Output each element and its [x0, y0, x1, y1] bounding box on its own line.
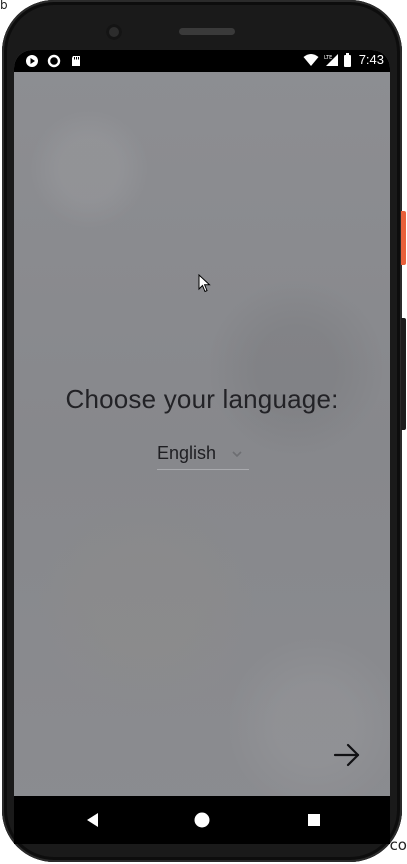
clock: 7:43 — [358, 52, 384, 67]
volume-button[interactable] — [401, 318, 406, 430]
battery-icon — [343, 52, 351, 67]
back-triangle-icon[interactable] — [83, 810, 103, 830]
recents-square-icon[interactable] — [304, 810, 324, 830]
lte-signal-icon: LTE — [324, 53, 338, 66]
sd-card-icon — [72, 56, 80, 66]
home-circle-icon[interactable] — [192, 810, 212, 830]
status-bar: LTE 7:43 — [14, 50, 390, 72]
mouse-cursor-icon — [198, 274, 211, 293]
chevron-down-icon — [232, 451, 242, 458]
arrow-right-icon — [333, 743, 360, 767]
play-store-icon — [26, 55, 38, 67]
status-system: LTE 7:43 — [303, 52, 384, 67]
language-dropdown[interactable]: English — [157, 441, 249, 470]
earpiece-speaker — [179, 28, 235, 35]
language-selected-value: English — [157, 443, 217, 463]
status-notifications — [25, 54, 83, 68]
wifi-icon — [303, 53, 319, 66]
device-screen: LTE 7:43 Choose your language: English — [14, 50, 390, 844]
language-prompt-title: Choose your language: — [65, 384, 339, 414]
emulator-stage: b LTE 7:43 Choose your language: English… — [0, 0, 407, 864]
front-camera — [106, 24, 122, 40]
window-edge-text: b — [0, 0, 8, 12]
navigation-bar — [14, 796, 390, 844]
power-button[interactable] — [401, 211, 406, 265]
next-arrow-button[interactable] — [330, 738, 364, 772]
window-edge-text-bottom: co — [389, 836, 407, 854]
svg-text:LTE: LTE — [324, 55, 332, 61]
circle-icon — [47, 54, 61, 68]
